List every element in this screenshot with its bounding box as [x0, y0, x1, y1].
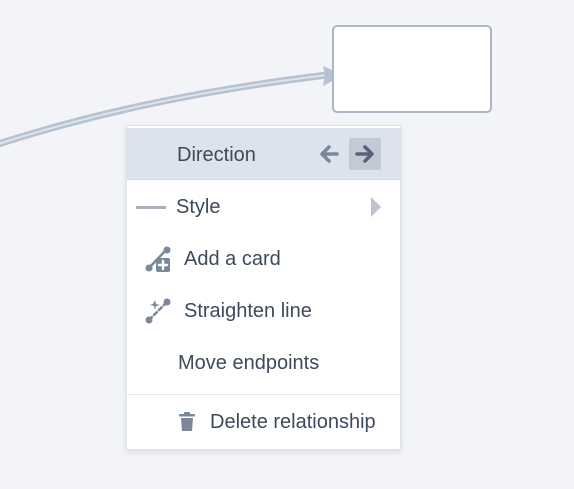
chevron-right-icon [371, 197, 381, 217]
straighten-line-label: Straighten line [184, 300, 312, 322]
style-label: Style [176, 196, 221, 218]
direction-right-button[interactable] [349, 138, 381, 170]
delete-relationship-label: Delete relationship [210, 411, 376, 433]
direction-label: Direction [177, 144, 256, 166]
trash-icon [179, 412, 195, 431]
move-endpoints-label: Move endpoints [178, 352, 320, 374]
style-menu-item[interactable]: Style [127, 181, 400, 233]
target-card[interactable] [332, 25, 492, 113]
line-style-icon [136, 206, 166, 209]
arrow-right-icon [355, 145, 374, 163]
straighten-line-menu-item[interactable]: Straighten line [127, 285, 400, 337]
arrow-left-icon [320, 145, 339, 163]
direction-left-button[interactable] [313, 138, 345, 170]
add-card-icon [145, 246, 171, 272]
move-endpoints-menu-item[interactable]: Move endpoints [127, 337, 400, 389]
relationship-context-menu: Direction Style Add a card Straighten li… [126, 125, 401, 450]
add-card-menu-item[interactable]: Add a card [127, 233, 400, 285]
delete-relationship-menu-item[interactable]: Delete relationship [127, 396, 400, 448]
whiteboard-canvas[interactable]: Direction Style Add a card Straighten li… [0, 0, 574, 489]
straighten-line-icon [145, 298, 171, 324]
direction-row: Direction [127, 128, 400, 180]
menu-divider [127, 394, 400, 395]
add-card-label: Add a card [184, 248, 281, 270]
